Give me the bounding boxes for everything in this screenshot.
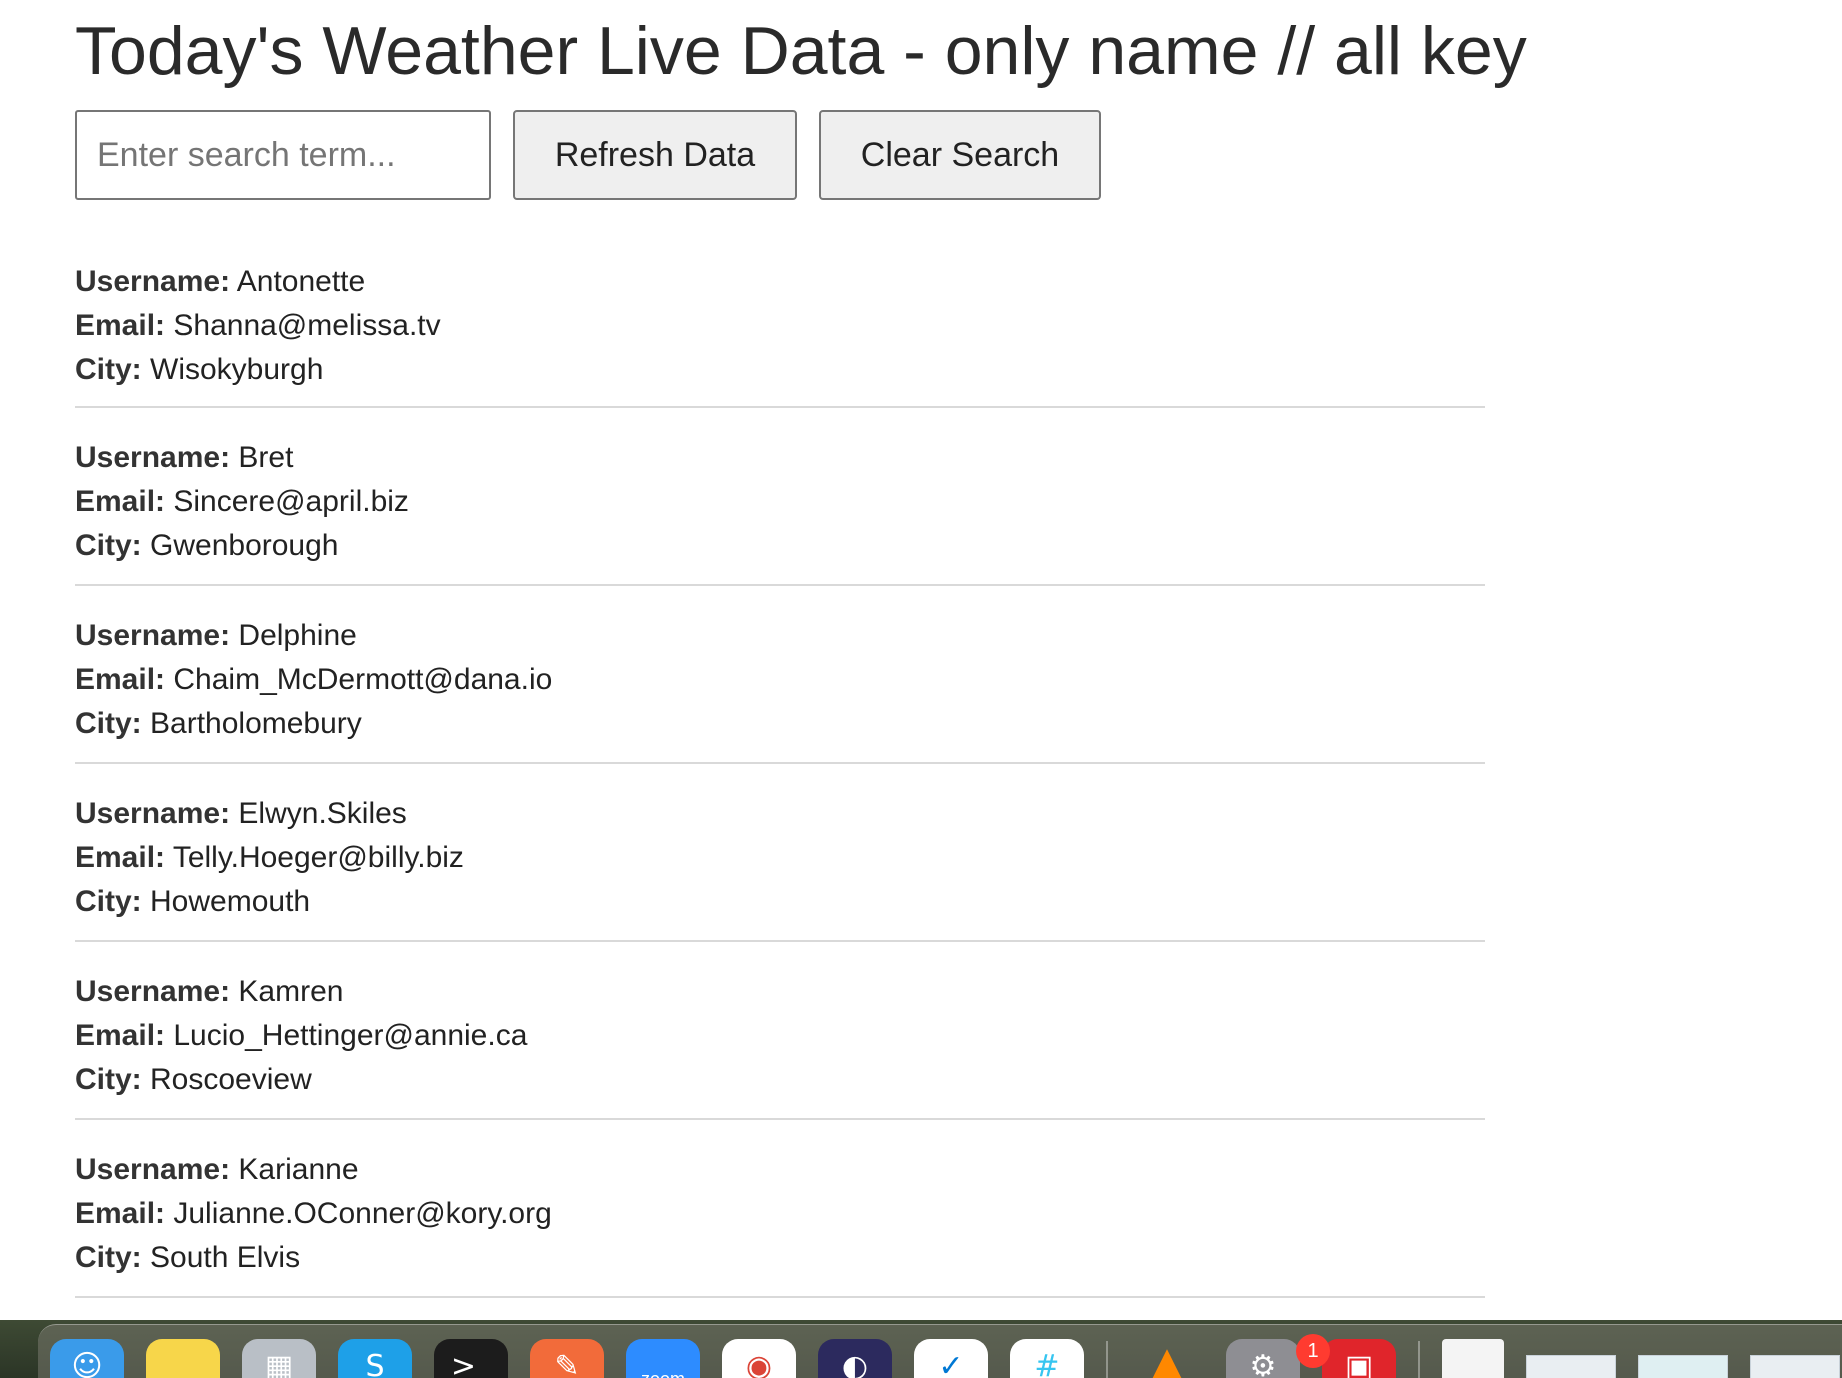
user-card: Username: Elwyn.Skiles Email: Telly.Hoeg… <box>75 764 1485 942</box>
page-title: Today's Weather Live Data - only name //… <box>75 13 1527 89</box>
email-label: Email: <box>75 1197 166 1230</box>
page: Today's Weather Live Data - only name //… <box>75 0 1527 1298</box>
city-row: City: Howemouth <box>75 880 1485 924</box>
dock-separator <box>1418 1341 1420 1378</box>
username-value: Bret <box>238 441 294 474</box>
eclipse-icon[interactable]: ◐ <box>818 1339 892 1378</box>
finder-icon[interactable]: ☺ <box>50 1339 124 1378</box>
window-thumbnail[interactable] <box>1750 1355 1840 1378</box>
system-preferences-icon[interactable]: ⚙ <box>1226 1339 1300 1378</box>
user-card: Username: Delphine Email: Chaim_McDermot… <box>75 586 1485 764</box>
username-label: Username: <box>75 797 231 830</box>
username-row: Username: Antonette <box>75 260 1485 304</box>
city-label: City: <box>75 353 142 386</box>
email-row: Email: Telly.Hoeger@billy.biz <box>75 836 1485 880</box>
email-label: Email: <box>75 485 166 518</box>
terminal-icon[interactable]: >_ <box>434 1339 508 1378</box>
email-row: Email: Shanna@melissa.tv <box>75 304 1485 348</box>
email-row: Email: Chaim_McDermott@dana.io <box>75 658 1485 702</box>
city-label: City: <box>75 529 142 562</box>
username-row: Username: Kamren <box>75 970 1485 1014</box>
city-label: City: <box>75 1063 142 1096</box>
launchpad-icon[interactable]: ▦ <box>242 1339 316 1378</box>
username-label: Username: <box>75 265 231 298</box>
search-input[interactable] <box>75 110 491 200</box>
city-label: City: <box>75 707 142 740</box>
email-row: Email: Lucio_Hettinger@annie.ca <box>75 1014 1485 1058</box>
slack-icon[interactable]: # <box>1010 1339 1084 1378</box>
dock: ☺ ▦ S >_ ✎ zoom ◉ ◐ ✓ # ▲ ⚙ ▣ <box>38 1324 1842 1378</box>
username-row: Username: Elwyn.Skiles <box>75 792 1485 836</box>
user-card: Username: Antonette Email: Shanna@meliss… <box>75 260 1485 408</box>
email-row: Email: Julianne.OConner@kory.org <box>75 1192 1485 1236</box>
notification-badge: 1 <box>1296 1334 1330 1368</box>
city-row: City: Roscoeview <box>75 1058 1485 1102</box>
username-row: Username: Karianne <box>75 1148 1485 1192</box>
vscode-icon[interactable]: ✓ <box>914 1339 988 1378</box>
chrome-icon[interactable]: ◉ <box>722 1339 796 1378</box>
username-value: Delphine <box>238 619 357 652</box>
city-value: Wisokyburgh <box>150 353 324 386</box>
email-label: Email: <box>75 1019 166 1052</box>
username-label: Username: <box>75 619 231 652</box>
zoom-label: zoom <box>626 1369 700 1378</box>
vlc-icon[interactable]: ▲ <box>1130 1339 1204 1378</box>
username-row: Username: Delphine <box>75 614 1485 658</box>
email-value: Lucio_Hettinger@annie.ca <box>173 1019 528 1052</box>
dock-separator <box>1106 1341 1108 1378</box>
user-card: Username: Karianne Email: Julianne.OConn… <box>75 1120 1485 1298</box>
username-value: Antonette <box>236 265 366 298</box>
email-label: Email: <box>75 841 166 874</box>
email-value: Sincere@april.biz <box>173 485 409 518</box>
city-label: City: <box>75 885 142 918</box>
city-value: Gwenborough <box>150 529 339 562</box>
clear-search-button[interactable]: Clear Search <box>819 110 1101 200</box>
dock-background: ☺ ▦ S >_ ✎ zoom ◉ ◐ ✓ # ▲ ⚙ ▣ <box>0 1320 1842 1378</box>
username-row: Username: Bret <box>75 436 1485 480</box>
username-value: Kamren <box>238 975 344 1008</box>
username-label: Username: <box>75 441 231 474</box>
city-value: Bartholomebury <box>150 707 362 740</box>
username-label: Username: <box>75 1153 231 1186</box>
username-value: Elwyn.Skiles <box>238 797 407 830</box>
email-row: Email: Sincere@april.biz <box>75 480 1485 524</box>
city-row: City: South Elvis <box>75 1236 1485 1280</box>
email-label: Email: <box>75 309 166 342</box>
email-value: Chaim_McDermott@dana.io <box>173 663 553 696</box>
toolbar: Refresh Data Clear Search <box>75 110 1487 200</box>
user-card: Username: Bret Email: Sincere@april.biz … <box>75 408 1485 586</box>
skype-icon[interactable]: S <box>338 1339 412 1378</box>
document-icon[interactable] <box>1442 1339 1504 1378</box>
city-value: South Elvis <box>150 1241 301 1274</box>
city-value: Roscoeview <box>150 1063 312 1096</box>
email-value: Julianne.OConner@kory.org <box>173 1197 552 1230</box>
zoom-icon[interactable]: zoom <box>626 1339 700 1378</box>
refresh-data-button[interactable]: Refresh Data <box>513 110 797 200</box>
email-value: Shanna@melissa.tv <box>173 309 441 342</box>
city-value: Howemouth <box>150 885 311 918</box>
postman-icon[interactable]: ✎ <box>530 1339 604 1378</box>
city-row: City: Gwenborough <box>75 524 1485 568</box>
city-row: City: Bartholomebury <box>75 702 1485 746</box>
notes-icon[interactable] <box>146 1339 220 1378</box>
user-list: Username: Antonette Email: Shanna@meliss… <box>75 260 1485 1298</box>
username-label: Username: <box>75 975 231 1008</box>
email-label: Email: <box>75 663 166 696</box>
username-value: Karianne <box>238 1153 359 1186</box>
email-value: Telly.Hoeger@billy.biz <box>172 841 464 874</box>
window-thumbnail[interactable] <box>1638 1355 1728 1378</box>
photo-booth-icon[interactable]: ▣ <box>1322 1339 1396 1378</box>
city-row: City: Wisokyburgh <box>75 348 1485 392</box>
user-card: Username: Kamren Email: Lucio_Hettinger@… <box>75 942 1485 1120</box>
window-thumbnail[interactable] <box>1526 1355 1616 1378</box>
city-label: City: <box>75 1241 142 1274</box>
